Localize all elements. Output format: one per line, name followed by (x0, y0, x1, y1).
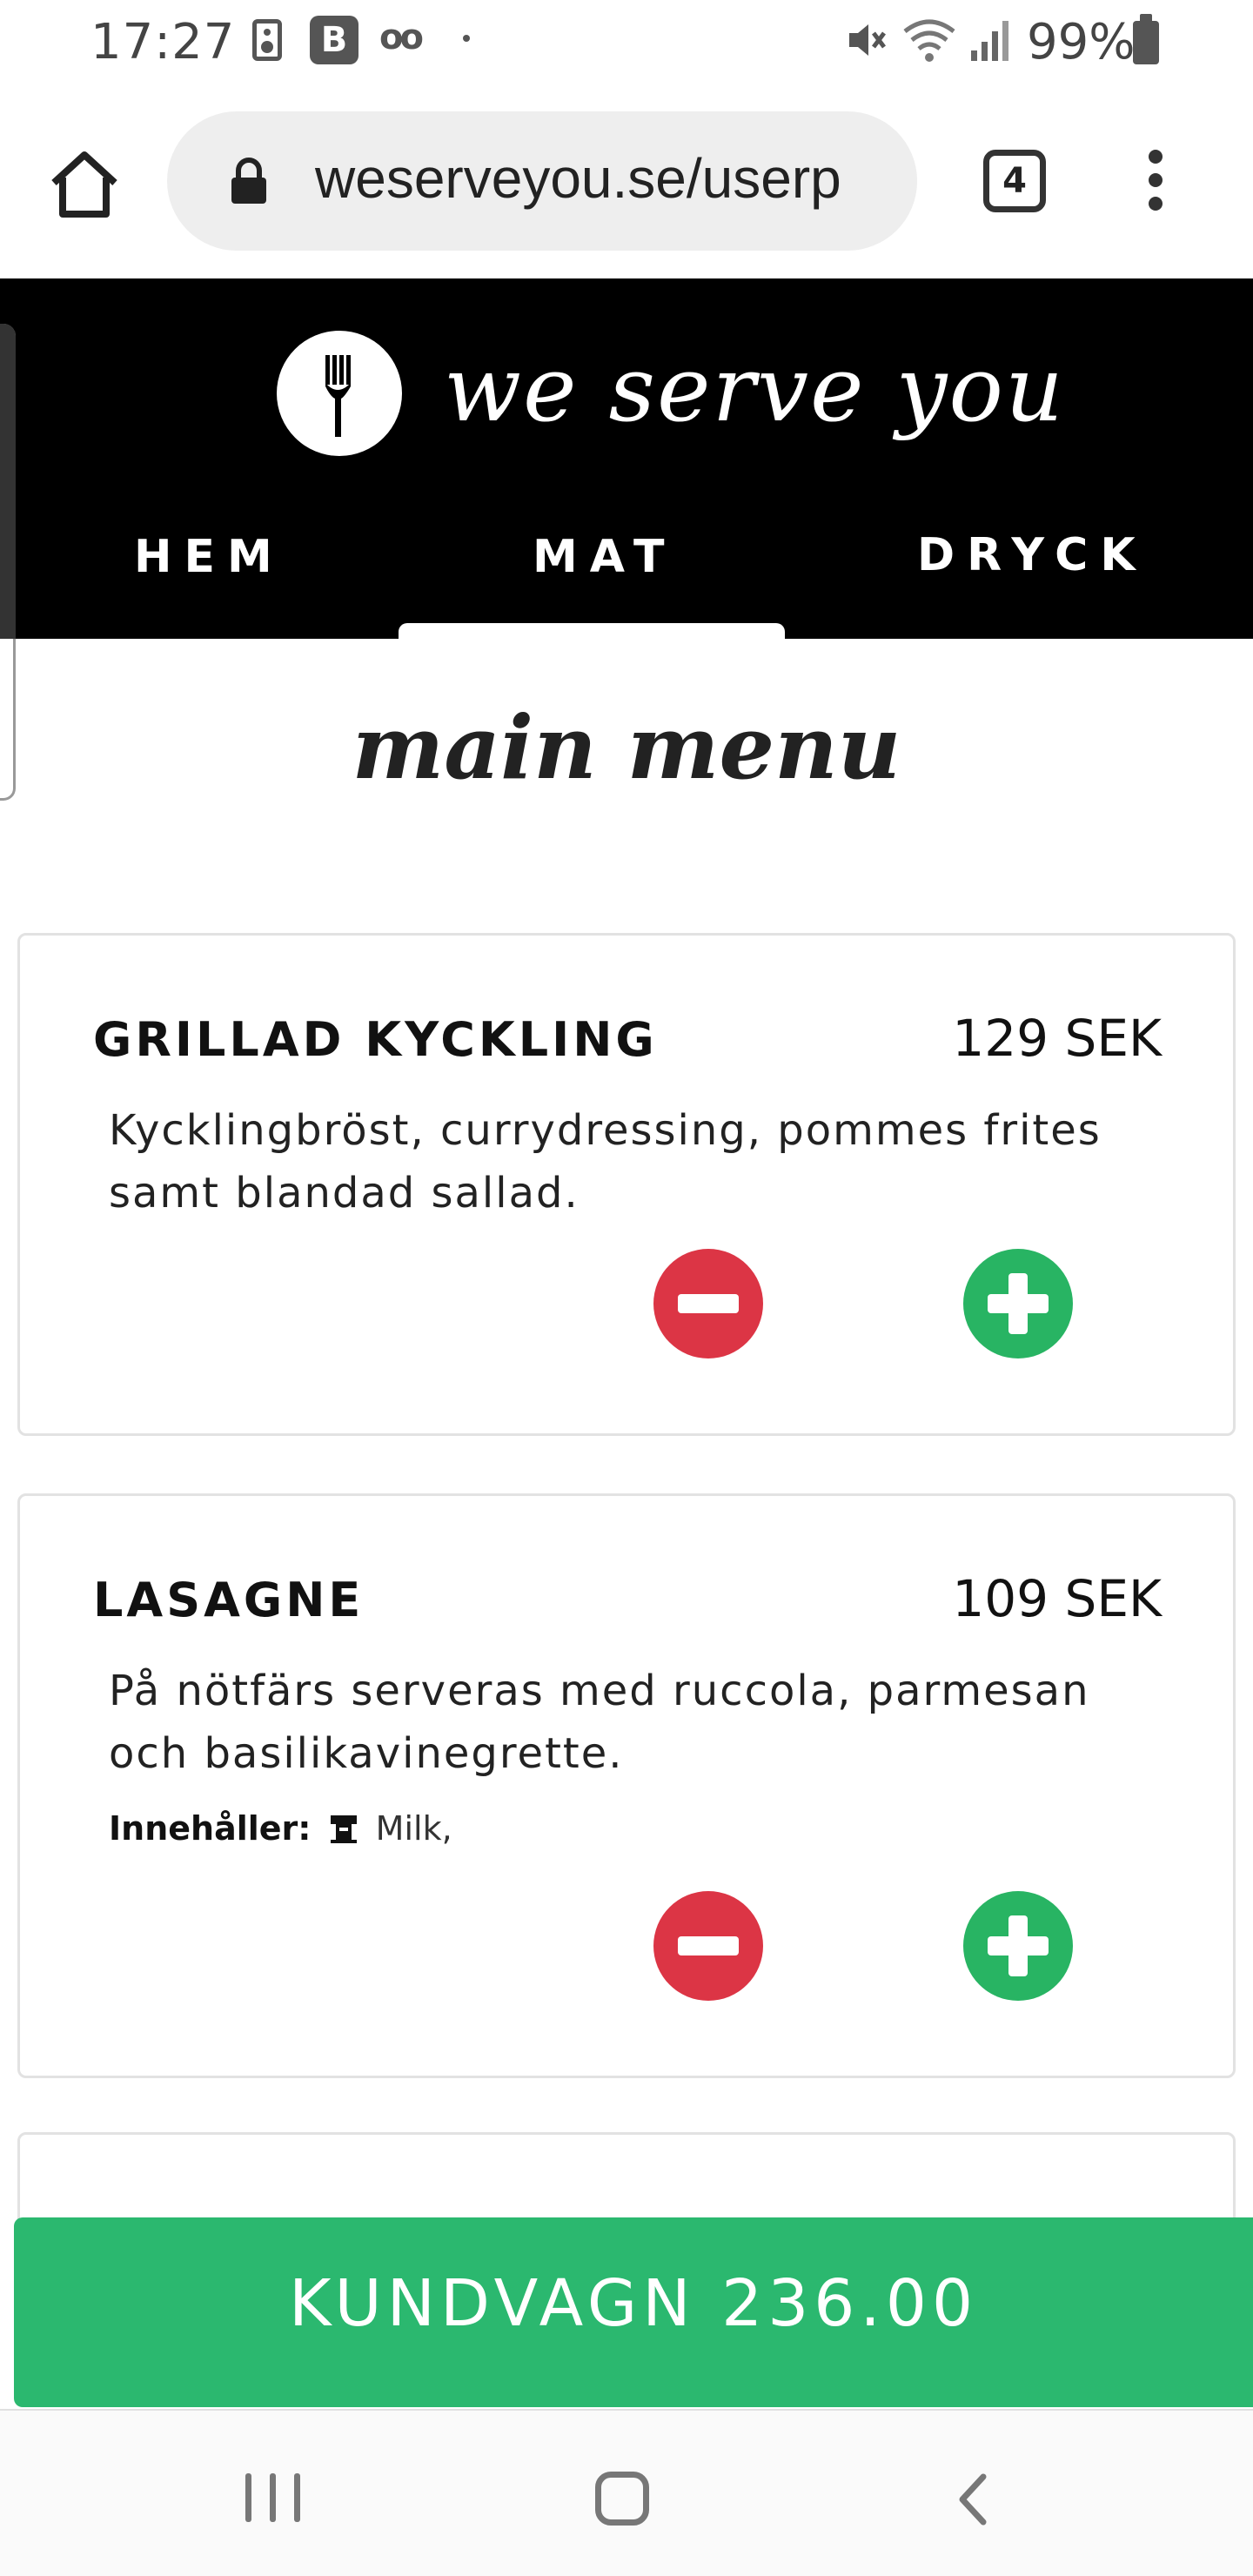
menu-item-price: 129 SEK (952, 1009, 1162, 1068)
battery-percent: 99% (1027, 14, 1136, 70)
recents-icon[interactable] (245, 2473, 303, 2522)
active-tab-indicator (399, 623, 785, 647)
cart-button[interactable]: KUNDVAGN 236.00 (14, 2217, 1253, 2407)
wifi-icon (903, 19, 955, 62)
menu-item-card: GRILLAD KYCKLING 129 SEK Kycklingbröst, … (17, 933, 1236, 1436)
menu-item-description: På nötfärs serveras med ruccola, parmesa… (109, 1667, 1090, 1778)
status-bar: 17:27 B oo 99% (0, 0, 1253, 87)
site-logo-text[interactable]: we serve you (444, 336, 1065, 442)
allergen-label: Innehåller: (109, 1809, 312, 1848)
back-icon[interactable] (955, 2472, 990, 2527)
mute-icon (849, 24, 886, 56)
more-vert-icon[interactable] (1140, 150, 1171, 218)
cart-total-label: KUNDVAGN 236.00 (288, 2266, 979, 2341)
voicemail-icon: oo (379, 17, 424, 57)
milk-icon (330, 1815, 357, 1843)
increase-quantity-button[interactable] (963, 1891, 1073, 2001)
b-badge-icon: B (310, 16, 358, 64)
menu-item-name: LASAGNE (93, 1573, 365, 1627)
menu-item-name: GRILLAD KYCKLING (93, 1012, 658, 1067)
allergen-info: Innehåller: Milk, (109, 1809, 452, 1848)
fork-logo-icon[interactable] (277, 331, 402, 456)
nav-tab-dryck[interactable]: DRYCK (917, 529, 1148, 581)
menu-item-price: 109 SEK (952, 1569, 1162, 1628)
increase-quantity-button[interactable] (963, 1249, 1073, 1358)
home-nav-icon[interactable] (595, 2472, 649, 2526)
system-nav-bar (0, 2409, 1253, 2576)
menu-item-description: Kycklingbröst, currydressing, pommes fri… (109, 1106, 1102, 1218)
battery-icon (1133, 14, 1159, 64)
nav-tab-mat[interactable]: MAT (533, 531, 676, 583)
lock-icon (231, 158, 266, 204)
home-icon[interactable] (45, 144, 124, 223)
nav-tab-hem[interactable]: HEM (134, 531, 285, 583)
address-bar[interactable]: weserveyou.se/userp (167, 111, 917, 251)
menu-item-card: LASAGNE 109 SEK På nötfärs serveras med … (17, 1493, 1236, 2078)
status-time: 17:27 (90, 14, 236, 70)
site-header: we serve you HEM MAT DRYCK (0, 278, 1253, 647)
browser-toolbar: weserveyou.se/userp 4 (0, 87, 1253, 278)
notification-dot-icon (463, 35, 470, 42)
decrease-quantity-button[interactable] (653, 1249, 763, 1358)
decrease-quantity-button[interactable] (653, 1891, 763, 2001)
allergen-value: Milk, (375, 1809, 452, 1848)
speaker-icon (252, 19, 282, 61)
signal-icon (971, 21, 1008, 61)
tabs-button[interactable]: 4 (983, 150, 1046, 212)
page-title: main menu (352, 696, 901, 799)
url-text: weserveyou.se/userp (315, 147, 841, 210)
